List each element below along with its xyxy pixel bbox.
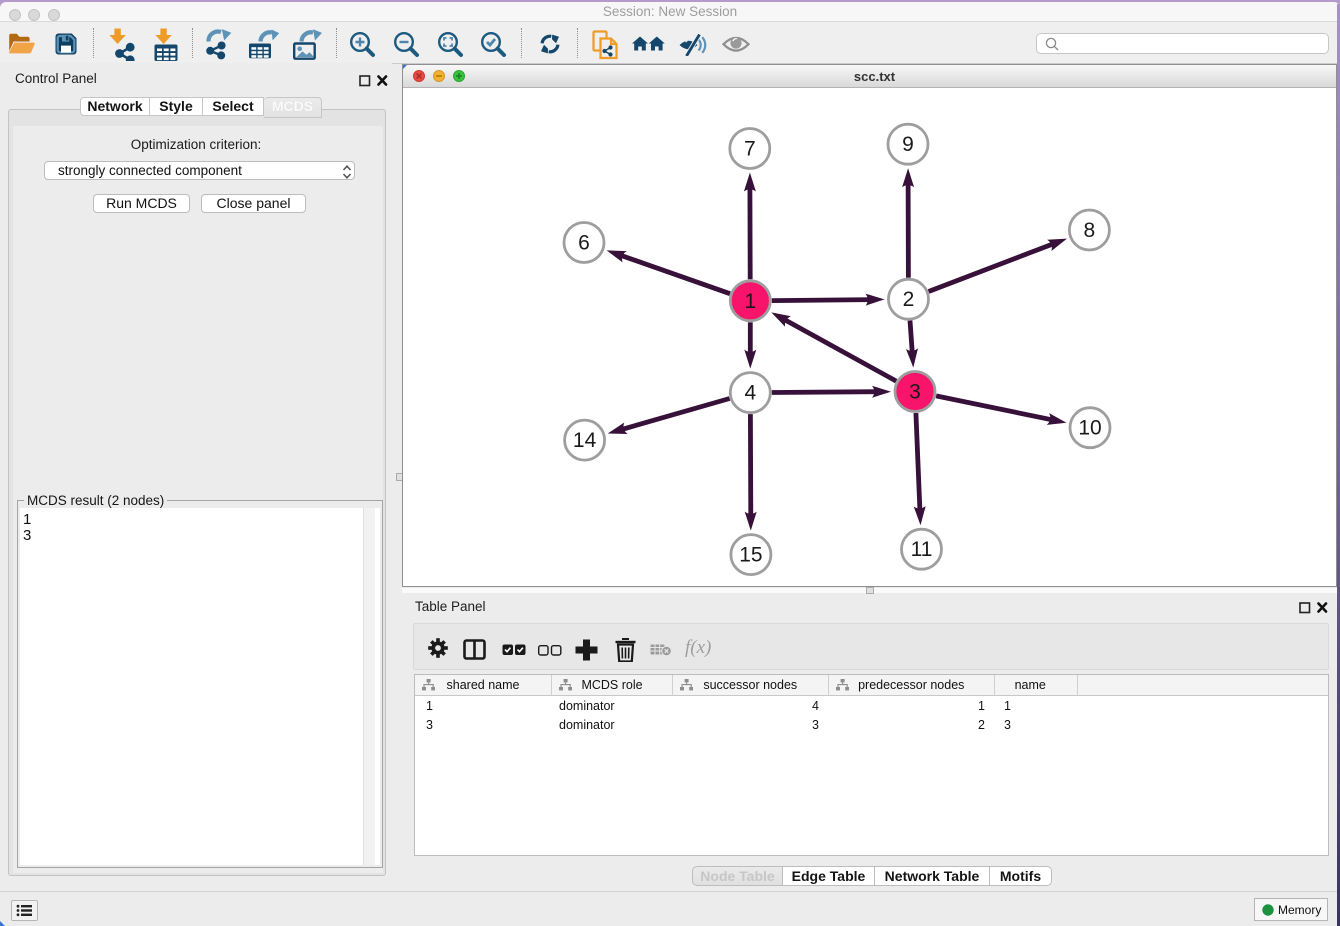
svg-text:15: 15 (739, 544, 762, 567)
svg-text:2: 2 (903, 288, 915, 311)
svg-text:8: 8 (1084, 219, 1096, 242)
svg-text:11: 11 (911, 538, 933, 561)
svg-text:10: 10 (1078, 417, 1101, 440)
svg-text:1: 1 (744, 290, 756, 313)
svg-text:3: 3 (909, 381, 921, 404)
svg-text:4: 4 (744, 382, 756, 405)
svg-text:14: 14 (573, 429, 597, 452)
svg-text:6: 6 (578, 232, 590, 255)
svg-text:9: 9 (902, 133, 914, 156)
svg-text:7: 7 (744, 138, 756, 161)
